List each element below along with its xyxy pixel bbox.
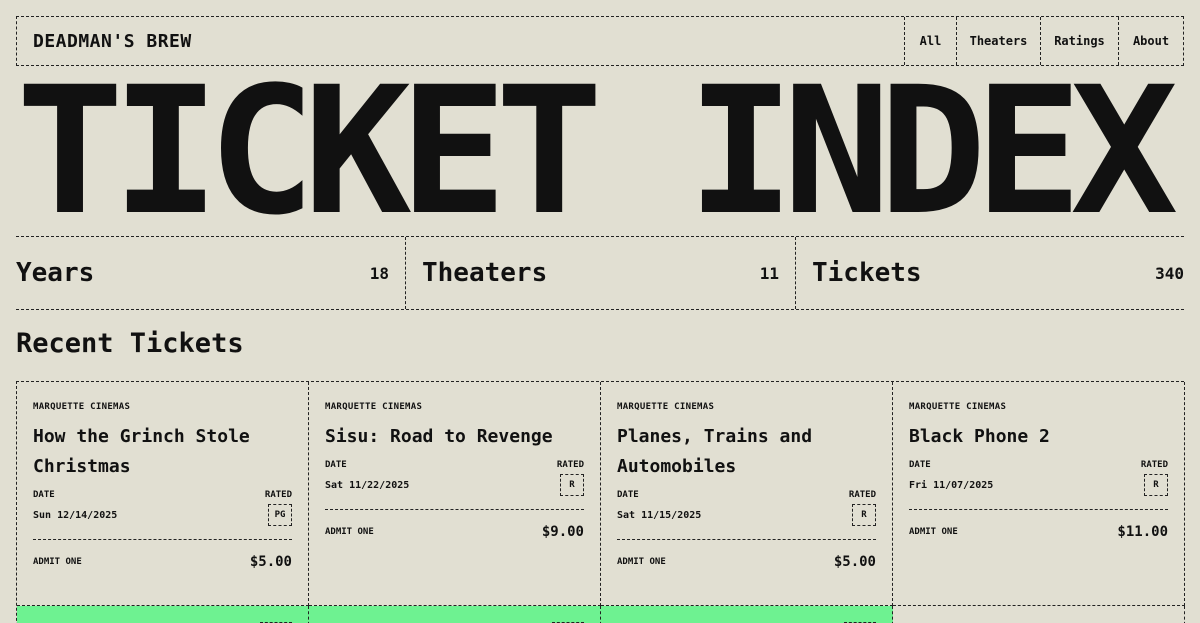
nav-all[interactable]: All — [904, 17, 956, 65]
date-label: DATE — [33, 490, 55, 500]
admit-label: ADMIT ONE — [325, 527, 374, 537]
nav-theaters[interactable]: Theaters — [956, 17, 1040, 65]
ticket-card[interactable]: MARQUETTE CINEMAS How the Grinch Stole C… — [17, 382, 309, 606]
stat-value: 11 — [759, 263, 779, 283]
ticket-grid: MARQUETTE CINEMAS How the Grinch Stole C… — [16, 381, 1185, 623]
ticket-card[interactable] — [893, 606, 1185, 623]
stat-value: 18 — [369, 263, 389, 283]
ticket-card[interactable]: MARQUETTE CINEMAS Planes, Trains and Aut… — [601, 382, 893, 606]
ticket-card[interactable] — [17, 606, 309, 623]
stat-label: Years — [16, 258, 95, 288]
ticket-card[interactable] — [601, 606, 893, 623]
ticket-divider — [33, 539, 292, 540]
ticket-date: Sat 11/15/2025 — [617, 509, 702, 521]
ticket-venue: MARQUETTE CINEMAS — [33, 402, 131, 412]
ticket-meta-values: Fri 11/07/2025 R — [909, 474, 1168, 496]
admit-label: ADMIT ONE — [617, 557, 666, 567]
rating-badge: R — [1144, 474, 1168, 496]
rating-badge: R — [560, 474, 584, 496]
stat-theaters: Theaters 11 — [405, 237, 795, 309]
rating-badge: R — [852, 504, 876, 526]
rated-label: RATED — [848, 490, 876, 500]
ticket-date: Fri 11/07/2025 — [909, 479, 994, 491]
brand-logo[interactable]: DEADMAN'S BREW — [17, 17, 192, 65]
ticket-price: $11.00 — [1117, 524, 1168, 540]
ticket-admit-row: ADMIT ONE $5.00 — [33, 554, 292, 570]
page: DEADMAN'S BREW All Theaters Ratings Abou… — [0, 0, 1200, 623]
admit-label: ADMIT ONE — [33, 557, 82, 567]
stat-value: 340 — [1155, 263, 1184, 283]
ticket-admit-row: ADMIT ONE $5.00 — [617, 554, 876, 570]
date-label: DATE — [617, 490, 639, 500]
rated-label: RATED — [1140, 460, 1168, 470]
ticket-card[interactable] — [309, 606, 601, 623]
main-nav: All Theaters Ratings About — [904, 17, 1183, 65]
hero-banner: TICKET INDEX — [16, 72, 1184, 232]
ticket-title: Sisu: Road to Revenge — [325, 426, 553, 447]
ticket-date: Sun 12/14/2025 — [33, 509, 118, 521]
ticket-meta-values: Sun 12/14/2025 PG — [33, 504, 292, 526]
nav-ratings[interactable]: Ratings — [1040, 17, 1118, 65]
admit-label: ADMIT ONE — [909, 527, 958, 537]
date-label: DATE — [325, 460, 347, 470]
date-label: DATE — [909, 460, 931, 470]
ticket-venue: MARQUETTE CINEMAS — [909, 402, 1007, 412]
site-header: DEADMAN'S BREW All Theaters Ratings Abou… — [16, 16, 1184, 66]
rated-label: RATED — [264, 490, 292, 500]
stats-bar: Years 18 Theaters 11 Tickets 340 — [16, 236, 1184, 310]
stat-years: Years 18 — [16, 237, 405, 309]
ticket-card[interactable]: MARQUETTE CINEMAS Black Phone 2 DATE RAT… — [893, 382, 1185, 606]
ticket-date: Sat 11/22/2025 — [325, 479, 410, 491]
stat-label: Tickets — [812, 258, 922, 288]
ticket-meta-labels: DATE RATED — [617, 490, 876, 500]
ticket-meta-labels: DATE RATED — [33, 490, 292, 500]
ticket-admit-row: ADMIT ONE $9.00 — [325, 524, 584, 540]
ticket-divider — [325, 509, 584, 510]
ticket-price: $5.00 — [833, 554, 876, 570]
ticket-title: How the Grinch Stole Christmas — [33, 426, 250, 477]
ticket-divider — [617, 539, 876, 540]
ticket-admit-row: ADMIT ONE $11.00 — [909, 524, 1168, 540]
nav-about[interactable]: About — [1118, 17, 1183, 65]
hero-title: TICKET INDEX — [16, 72, 1178, 232]
ticket-card[interactable]: MARQUETTE CINEMAS Sisu: Road to Revenge … — [309, 382, 601, 606]
ticket-meta-values: Sat 11/15/2025 R — [617, 504, 876, 526]
rating-badge: PG — [268, 504, 292, 526]
stat-tickets: Tickets 340 — [795, 237, 1184, 309]
ticket-meta-values: Sat 11/22/2025 R — [325, 474, 584, 496]
ticket-title: Planes, Trains and Automobiles — [617, 426, 813, 477]
section-title: Recent Tickets — [16, 328, 244, 359]
ticket-divider — [909, 509, 1168, 510]
stat-label: Theaters — [422, 258, 548, 288]
ticket-price: $5.00 — [249, 554, 292, 570]
ticket-venue: MARQUETTE CINEMAS — [617, 402, 715, 412]
ticket-meta-labels: DATE RATED — [909, 460, 1168, 470]
ticket-title: Black Phone 2 — [909, 426, 1050, 447]
ticket-meta-labels: DATE RATED — [325, 460, 584, 470]
ticket-price: $9.00 — [541, 524, 584, 540]
ticket-venue: MARQUETTE CINEMAS — [325, 402, 423, 412]
rated-label: RATED — [556, 460, 584, 470]
